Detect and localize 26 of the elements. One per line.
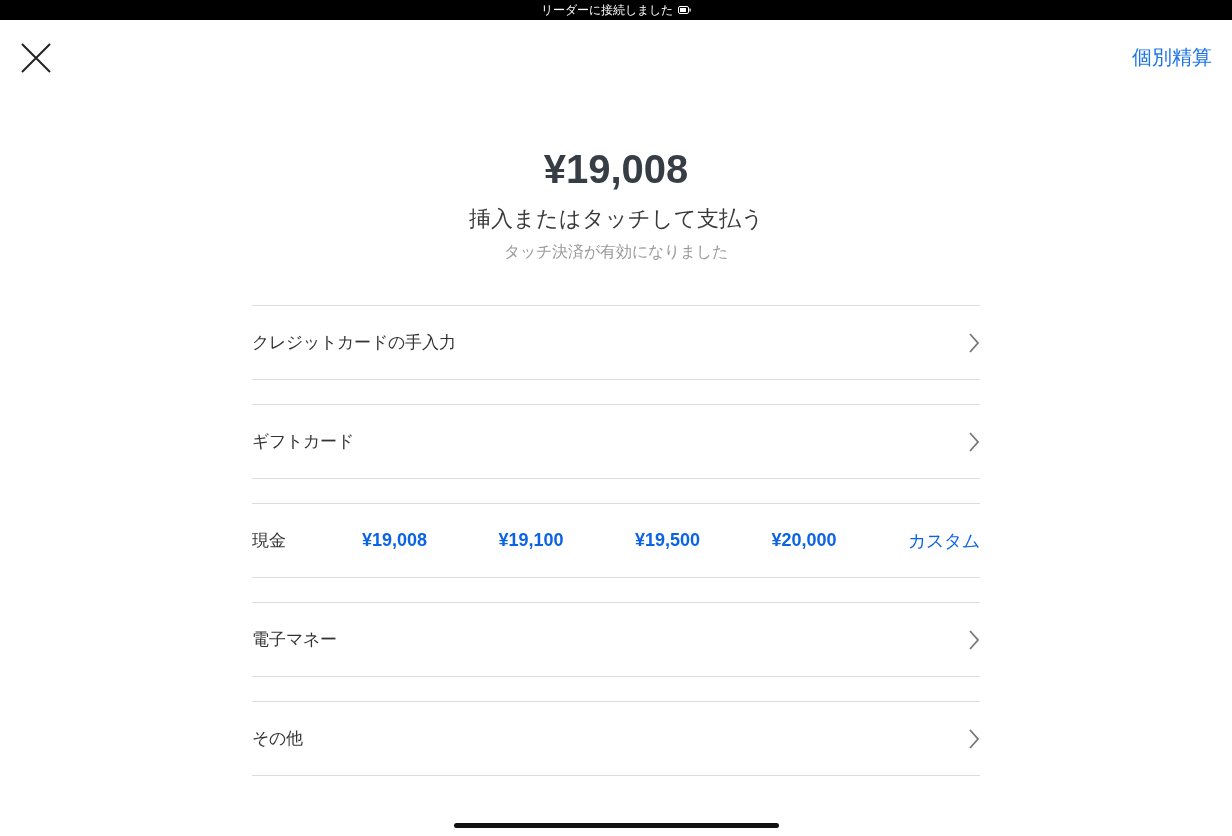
contactless-note: タッチ決済が有効になりました (504, 242, 728, 263)
option-label: ギフトカード (252, 430, 354, 453)
option-label: クレジットカードの手入力 (252, 331, 456, 354)
chevron-right-icon (968, 629, 980, 650)
close-button[interactable] (20, 41, 52, 74)
chevron-right-icon (968, 431, 980, 452)
option-label: その他 (252, 727, 303, 750)
total-amount: ¥19,008 (543, 147, 689, 192)
cash-amount-button[interactable]: ¥19,008 (362, 530, 428, 551)
cash-amount-button[interactable]: ¥19,100 (498, 530, 564, 551)
battery-icon (678, 6, 691, 14)
chevron-right-icon (968, 332, 980, 353)
payment-option[interactable]: クレジットカードの手入力 (252, 305, 980, 380)
close-icon (20, 41, 52, 74)
chevron-right-icon (968, 728, 980, 749)
split-payment-link[interactable]: 個別精算 (1132, 44, 1212, 71)
payment-option[interactable]: その他 (252, 701, 980, 776)
cash-amount-button[interactable]: ¥19,500 (635, 530, 701, 551)
custom-amount-button[interactable]: カスタム (908, 528, 980, 553)
option-label: 電子マネー (252, 628, 337, 651)
option-label: 現金 (252, 529, 287, 552)
payment-option[interactable]: ギフトカード (252, 404, 980, 479)
status-text: リーダーに接続しました (541, 3, 673, 17)
cash-amount-button[interactable]: ¥20,000 (771, 530, 837, 551)
payment-prompt: 挿入またはタッチして支払う (468, 205, 764, 233)
payment-option[interactable]: 電子マネー (252, 602, 980, 677)
